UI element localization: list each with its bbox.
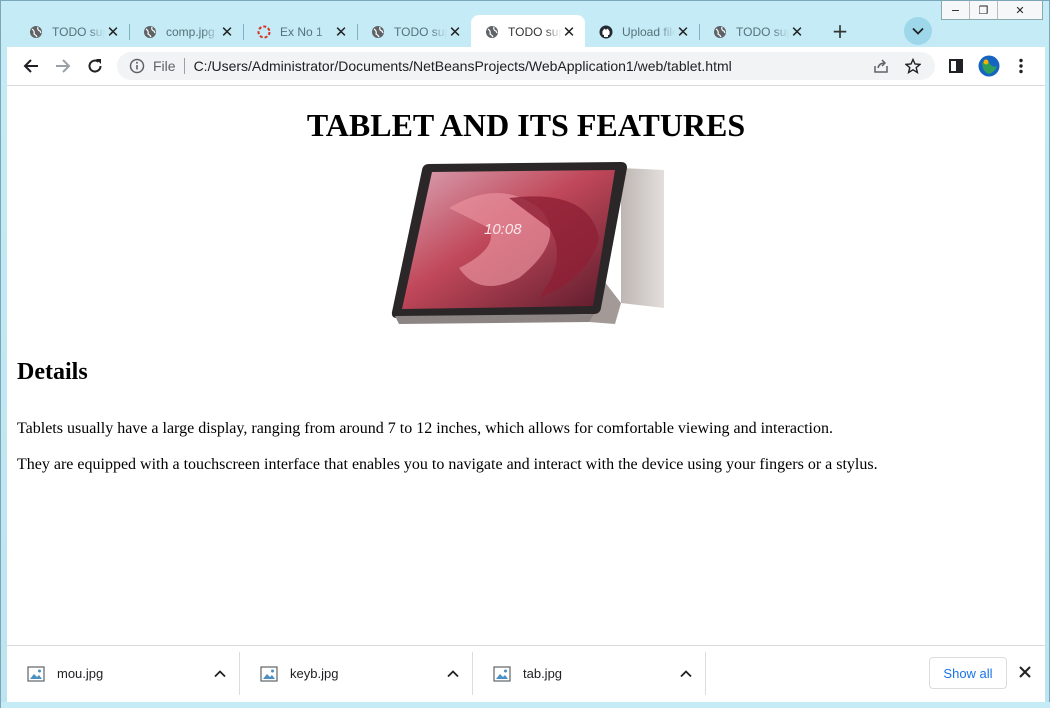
show-all-button[interactable]: Show all — [929, 657, 1007, 689]
forward-button[interactable] — [51, 54, 75, 78]
url-text[interactable]: C:/Users/Administrator/Documents/NetBean… — [194, 58, 871, 74]
page-title: TABLET AND ITS FEATURES — [306, 107, 746, 143]
chevron-up-icon[interactable] — [441, 669, 465, 678]
kebab-menu-icon — [1019, 58, 1023, 74]
close-icon[interactable]: ✕ — [333, 23, 349, 41]
omnibox-divider — [183, 58, 185, 74]
browser-menu-button[interactable] — [1009, 54, 1033, 78]
tab-6[interactable]: Upload files ✕ — [585, 15, 699, 48]
back-button[interactable] — [19, 54, 43, 78]
side-panel-icon — [949, 59, 963, 73]
minimize-button[interactable]: − — [942, 1, 970, 19]
file-scheme-label: File — [153, 58, 176, 74]
globe-icon — [713, 25, 727, 39]
browser-window: − ❐ ✕ TODO supply a title ✕ comp.jpg ✕ E… — [0, 0, 1050, 708]
close-shelf-button[interactable] — [1015, 662, 1035, 682]
download-item[interactable]: tab.jpg — [473, 652, 706, 695]
download-filename: mou.jpg — [57, 666, 104, 681]
avatar — [978, 55, 1000, 77]
tab-3[interactable]: Ex No 1 ✕ — [243, 15, 357, 48]
tab-strip: TODO supply a title ✕ comp.jpg ✕ Ex No 1… — [15, 14, 813, 48]
reload-button[interactable] — [83, 54, 107, 78]
chevron-up-icon[interactable] — [674, 669, 698, 678]
tablet-clock-text: 10:08 — [484, 221, 522, 238]
github-icon — [599, 25, 613, 39]
chevron-up-icon[interactable] — [208, 669, 232, 678]
loading-icon — [257, 25, 271, 39]
tab-title: TODO supply a title — [52, 24, 105, 39]
close-icon[interactable]: ✕ — [447, 23, 463, 41]
tab-title: TODO supply a title — [394, 24, 447, 39]
profile-avatar[interactable] — [977, 54, 1001, 78]
close-icon[interactable]: ✕ — [219, 23, 235, 41]
tab-4[interactable]: TODO supply a title ✕ — [357, 15, 471, 48]
download-filename: keyb.jpg — [290, 666, 339, 681]
close-icon[interactable]: ✕ — [105, 23, 121, 41]
close-icon[interactable]: ✕ — [675, 23, 691, 41]
tab-title: comp.jpg — [166, 24, 215, 39]
image-file-icon — [493, 665, 511, 682]
restore-button[interactable]: ❐ — [970, 1, 998, 19]
globe-icon — [371, 25, 385, 39]
forward-arrow-icon — [56, 59, 71, 73]
paragraph-display: Tablets usually have a large display, ra… — [17, 420, 833, 437]
tab-7[interactable]: TODO supply a title ✕ — [699, 15, 813, 48]
globe-icon — [143, 25, 157, 39]
tablet-image: 10:08 — [388, 158, 664, 334]
address-bar[interactable]: File C:/Users/Administrator/Documents/Ne… — [117, 52, 935, 80]
chevron-down-icon — [912, 27, 924, 35]
download-shelf: mou.jpg keyb.jpg tab.jpg Show all — [7, 645, 1045, 702]
tab-title: TODO supply a title — [736, 24, 789, 39]
tab-title: Upload files — [622, 24, 675, 39]
share-icon[interactable] — [871, 56, 891, 76]
reload-icon — [88, 59, 102, 73]
info-icon[interactable] — [129, 58, 145, 74]
web-page: TABLET AND ITS FEATURES 10:08 Details Ta… — [7, 85, 1045, 645]
download-item[interactable]: mou.jpg — [7, 652, 240, 695]
bookmark-star-icon[interactable] — [903, 56, 923, 76]
close-icon[interactable]: ✕ — [789, 23, 805, 41]
download-item[interactable]: keyb.jpg — [240, 652, 473, 695]
new-tab-button[interactable]: + — [826, 17, 854, 45]
close-window-button[interactable]: ✕ — [998, 1, 1042, 19]
globe-icon — [485, 25, 499, 39]
close-icon[interactable]: ✕ — [561, 23, 577, 41]
back-arrow-icon — [23, 59, 38, 73]
tab-title: TODO supply a title — [508, 24, 561, 39]
tab-title: Ex No 1 — [280, 24, 323, 39]
tab-search-button[interactable] — [904, 17, 932, 45]
browser-toolbar: File C:/Users/Administrator/Documents/Ne… — [7, 47, 1045, 85]
paragraph-touchscreen: They are equipped with a touchscreen int… — [17, 456, 878, 473]
window-bottom-edge — [1, 702, 1050, 708]
window-controls: − ❐ ✕ — [941, 1, 1043, 20]
globe-icon — [29, 25, 43, 39]
tab-1[interactable]: TODO supply a title ✕ — [15, 15, 129, 48]
details-heading: Details — [17, 359, 88, 385]
image-file-icon — [260, 665, 278, 682]
close-icon — [1019, 666, 1031, 678]
download-filename: tab.jpg — [523, 666, 563, 681]
image-file-icon — [27, 665, 45, 682]
tab-2[interactable]: comp.jpg ✕ — [129, 15, 243, 48]
side-panel-button[interactable] — [944, 54, 968, 78]
tab-5-active[interactable]: TODO supply a title ✕ — [471, 15, 585, 48]
